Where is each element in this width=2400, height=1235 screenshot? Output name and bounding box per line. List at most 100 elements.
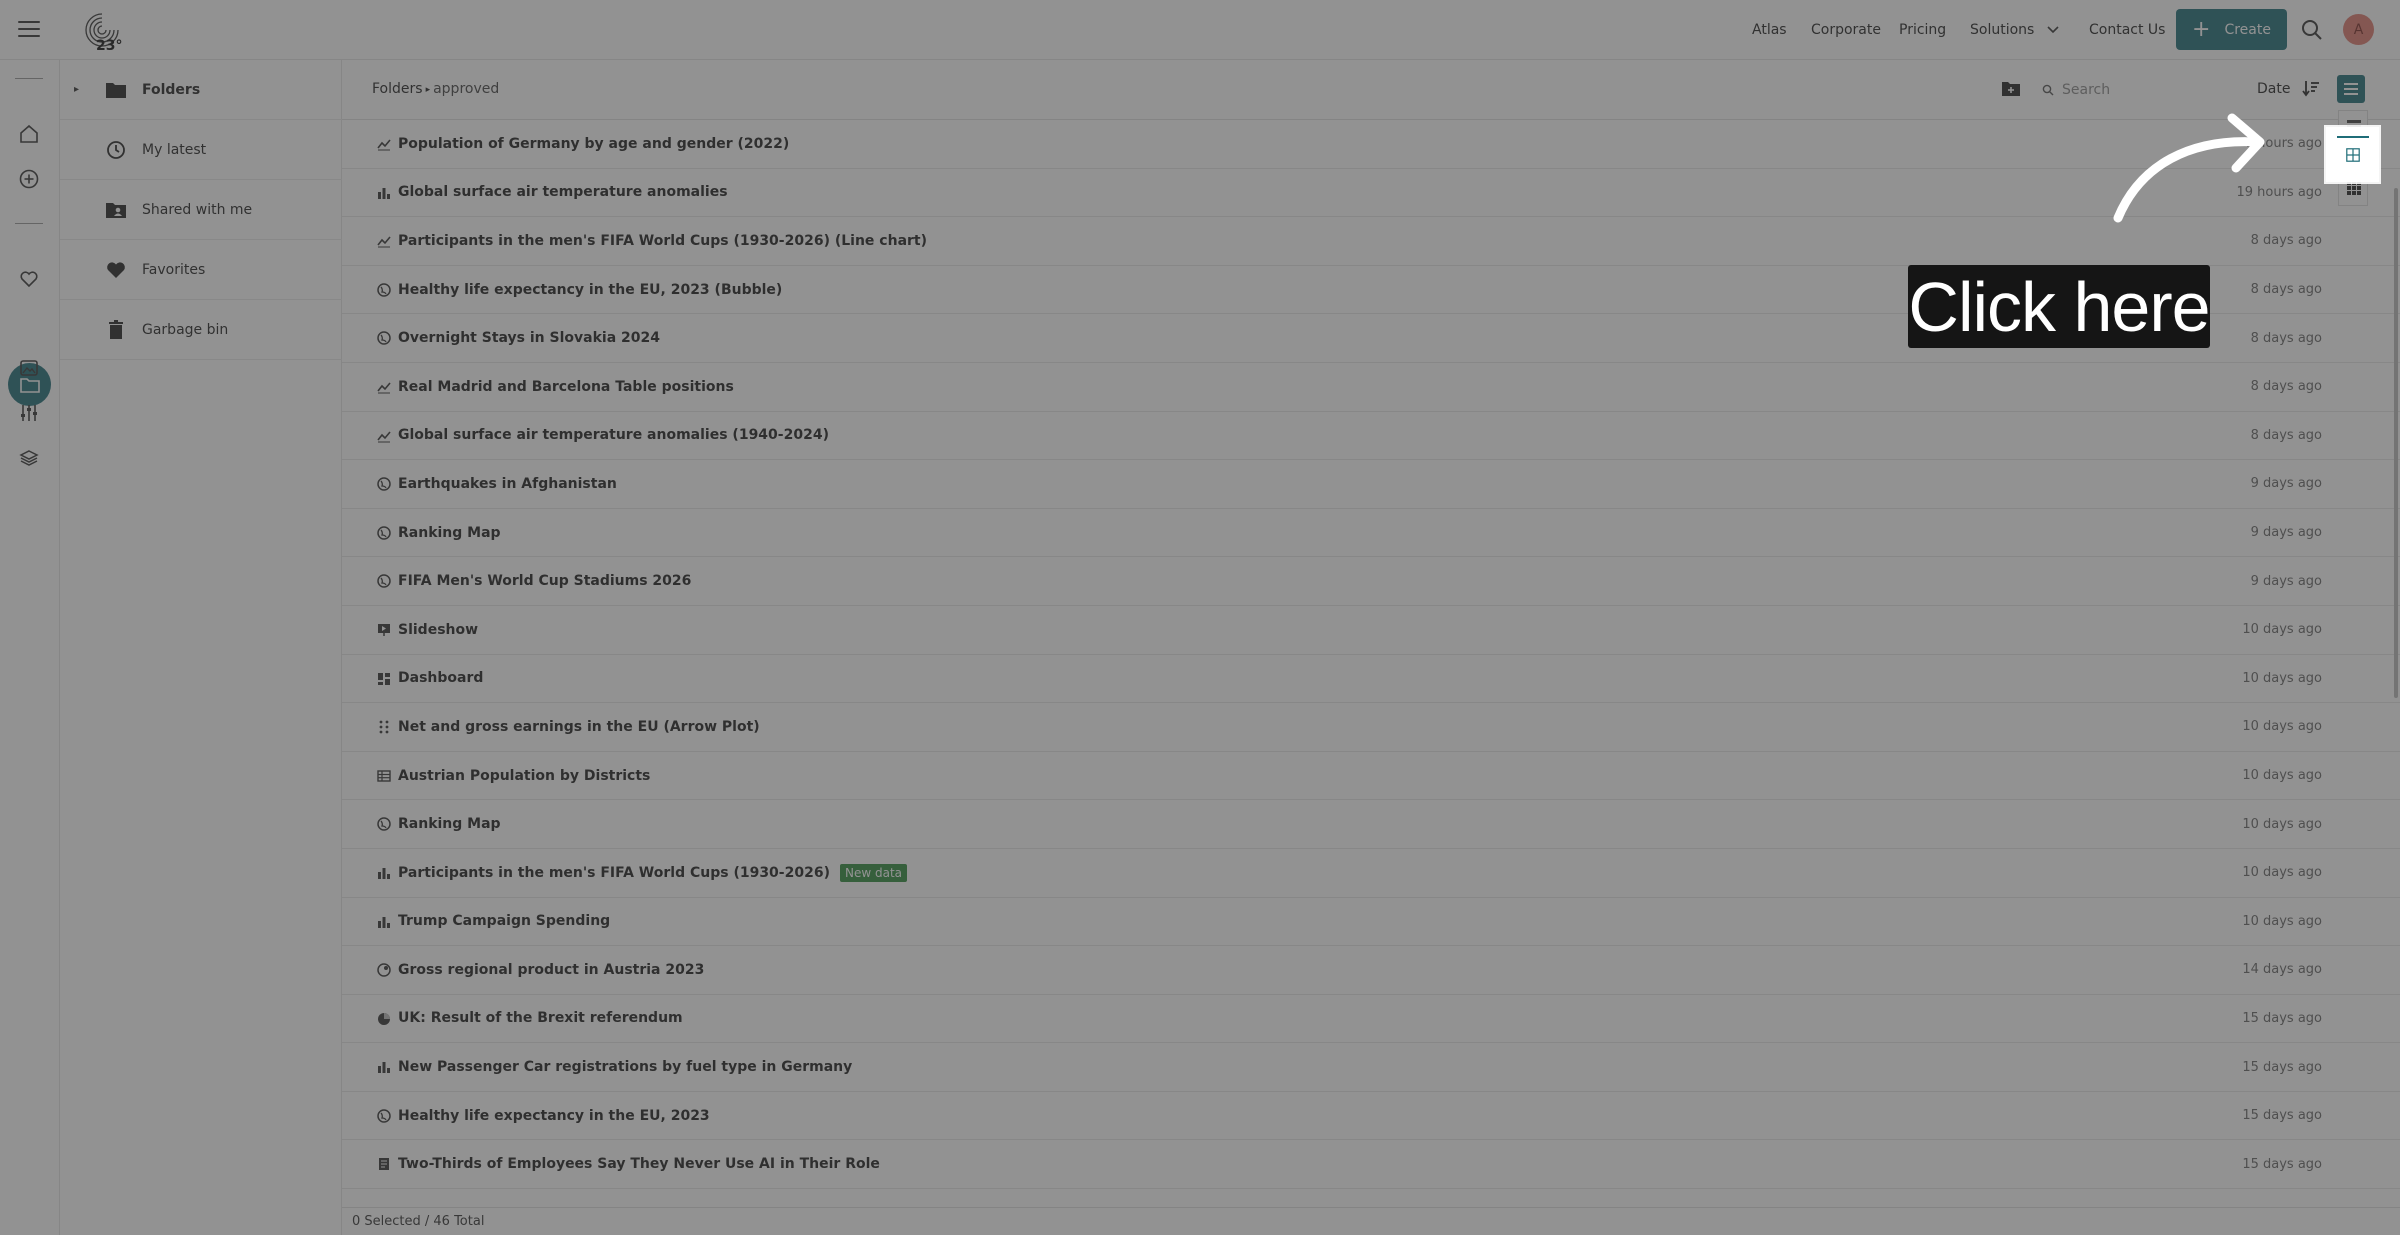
list-item-date: 9 days ago [2250, 476, 2322, 492]
nav-solutions[interactable]: Solutions [1970, 0, 2060, 60]
expand-caret-icon[interactable]: ▸ [74, 84, 79, 95]
sidebar-item-garbage-bin[interactable]: Garbage bin [60, 300, 342, 360]
list-item[interactable]: Ranking Map 9 days ago [342, 509, 2400, 558]
list-item-title-text: FIFA Men's World Cup Stadiums 2026 [398, 573, 692, 590]
heart-icon [107, 262, 125, 278]
bar-chart-icon [377, 1060, 391, 1074]
list-item[interactable]: Population of Germany by age and gender … [342, 120, 2400, 169]
nav-pricing[interactable]: Pricing [1899, 0, 1946, 60]
breadcrumb-root[interactable]: Folders [372, 81, 423, 97]
list-item[interactable]: Two-Thirds of Employees Say They Never U… [342, 1140, 2400, 1190]
list-item[interactable]: Dashboard 10 days ago [342, 655, 2400, 704]
tile-view-icon [2345, 147, 2360, 162]
list-item-date: 10 days ago [2242, 719, 2322, 735]
clock-icon [107, 141, 125, 159]
list-item[interactable]: UK: Result of the Brexit referendum 15 da… [342, 995, 2400, 1044]
sort-descending-icon[interactable] [2302, 79, 2320, 97]
create-button[interactable]: + Create [2176, 9, 2287, 50]
folder-sidebar: ▸ Folders My latest Shared with me Favor… [60, 60, 342, 1235]
list-item-title-text: Trump Campaign Spending [398, 913, 611, 930]
slideshow-icon [377, 623, 391, 637]
list-item[interactable]: Net and gross earnings in the EU (Arrow … [342, 703, 2400, 752]
list-item[interactable]: Participants in the men's FIFA World Cup… [342, 217, 2400, 266]
sort-by-date[interactable]: Date [2257, 81, 2290, 97]
list-item[interactable]: Gross regional product in Austria 2023 14… [342, 946, 2400, 995]
list-item-title-text: Dashboard [398, 670, 484, 687]
list-view-icon[interactable] [2337, 75, 2365, 103]
logo[interactable]: 23° [78, 8, 126, 52]
list-item[interactable]: FIFA Men's World Cup Stadiums 2026 9 days… [342, 557, 2400, 606]
list-item[interactable]: Participants in the men's FIFA World Cup… [342, 849, 2400, 898]
hamburger-menu-icon[interactable] [18, 18, 40, 40]
nav-atlas[interactable]: Atlas [1752, 0, 1787, 60]
sidebar-item-shared-with-me[interactable]: Shared with me [60, 180, 342, 240]
globe-icon [377, 331, 391, 346]
list-item-date: 15 days ago [2242, 1010, 2322, 1026]
search-box [2042, 73, 2242, 107]
search-icon [2042, 84, 2054, 96]
list-item-title-text: Global surface air temperature anomalies [398, 184, 728, 201]
list-item-date: 10 days ago [2242, 913, 2322, 929]
list-item-date: 8 days ago [2250, 282, 2322, 298]
add-circle-icon[interactable] [17, 167, 41, 191]
sliders-icon[interactable] [17, 401, 41, 425]
globe-icon [377, 477, 391, 491]
shared-folder-icon [106, 203, 126, 218]
search-icon[interactable] [2300, 18, 2324, 42]
rail-divider [15, 78, 43, 79]
globe-icon [377, 574, 391, 589]
list-item-title-text: UK: Result of the Brexit referendum [398, 1010, 683, 1027]
search-input[interactable] [2062, 82, 2222, 98]
list-item[interactable]: Slideshow 10 days ago [342, 606, 2400, 655]
list-item-title: Healthy life expectancy in the EU, 2023 [398, 1108, 710, 1124]
home-icon[interactable] [17, 122, 41, 146]
list-item[interactable]: Austrian Population by Districts 10 days … [342, 752, 2400, 801]
list-item-title-text: Healthy life expectancy in the EU, 2023 [398, 1107, 710, 1124]
list-item-title: Austrian Population by Districts [398, 768, 650, 784]
list-item-date: 8 days ago [2250, 233, 2322, 249]
list-item-title: Overnight Stays in Slovakia 2024 [398, 330, 660, 346]
selection-indicator [2337, 136, 2369, 138]
list-item-title: Two-Thirds of Employees Say They Never U… [398, 1156, 880, 1172]
list-item[interactable]: Global surface air temperature anomalies… [342, 412, 2400, 461]
heart-icon[interactable] [17, 267, 41, 291]
list-item[interactable]: Trump Campaign Spending 10 days ago [342, 898, 2400, 947]
image-icon[interactable] [17, 356, 41, 380]
avatar[interactable]: A [2343, 14, 2374, 45]
list-item-title-text: Real Madrid and Barcelona Table position… [398, 378, 734, 395]
bar-chart-icon [377, 915, 391, 929]
new-folder-icon[interactable] [2001, 80, 2021, 98]
list-item-title: Global surface air temperature anomalies [398, 184, 728, 200]
list-item-title-text: Slideshow [398, 621, 479, 638]
svg-text:23°: 23° [96, 38, 122, 52]
list-item[interactable]: Global surface air temperature anomalies… [342, 169, 2400, 218]
nav-corporate[interactable]: Corporate [1811, 0, 1881, 60]
dashboard-icon [377, 672, 391, 686]
globe-icon [377, 1109, 391, 1123]
nav-contact-us[interactable]: Contact Us [2089, 0, 2165, 60]
list-item-title: Participants in the men's FIFA World Cup… [398, 863, 908, 882]
breadcrumb: Folders ▸ approved [372, 81, 499, 97]
sidebar-item-folders[interactable]: ▸ Folders [60, 60, 342, 120]
scrollbar[interactable] [2394, 188, 2398, 698]
list-item-title-text: Austrian Population by Districts [398, 767, 651, 784]
list-item[interactable]: New Passenger Car registrations by fuel … [342, 1043, 2400, 1092]
list-item[interactable]: Earthquakes in Afghanistan 9 days ago [342, 460, 2400, 509]
list-item[interactable]: Healthy life expectancy in the EU, 2023 1… [342, 1092, 2400, 1141]
sidebar-item-favorites[interactable]: Favorites [60, 240, 342, 300]
list-item-title: Ranking Map [398, 525, 501, 541]
list-item[interactable]: Ranking Map 10 days ago [342, 800, 2400, 849]
list-item-date: 10 days ago [2242, 622, 2322, 638]
grid-view-icon[interactable] [2347, 181, 2361, 195]
layers-icon[interactable] [17, 446, 41, 470]
list-item-title: Participants in the men's FIFA World Cup… [398, 233, 927, 249]
list-item-date: 9 days ago [2250, 525, 2322, 541]
list-item[interactable]: Real Madrid and Barcelona Table position… [342, 363, 2400, 412]
sidebar-item-my-latest[interactable]: My latest [60, 120, 342, 180]
tile-view-button[interactable] [2326, 127, 2379, 182]
table-icon [377, 769, 391, 783]
list-item-title: UK: Result of the Brexit referendum [398, 1010, 683, 1026]
new-data-badge: New data [839, 863, 908, 882]
list-item-title: FIFA Men's World Cup Stadiums 2026 [398, 573, 691, 589]
list-item-title: Earthquakes in Afghanistan [398, 476, 617, 492]
